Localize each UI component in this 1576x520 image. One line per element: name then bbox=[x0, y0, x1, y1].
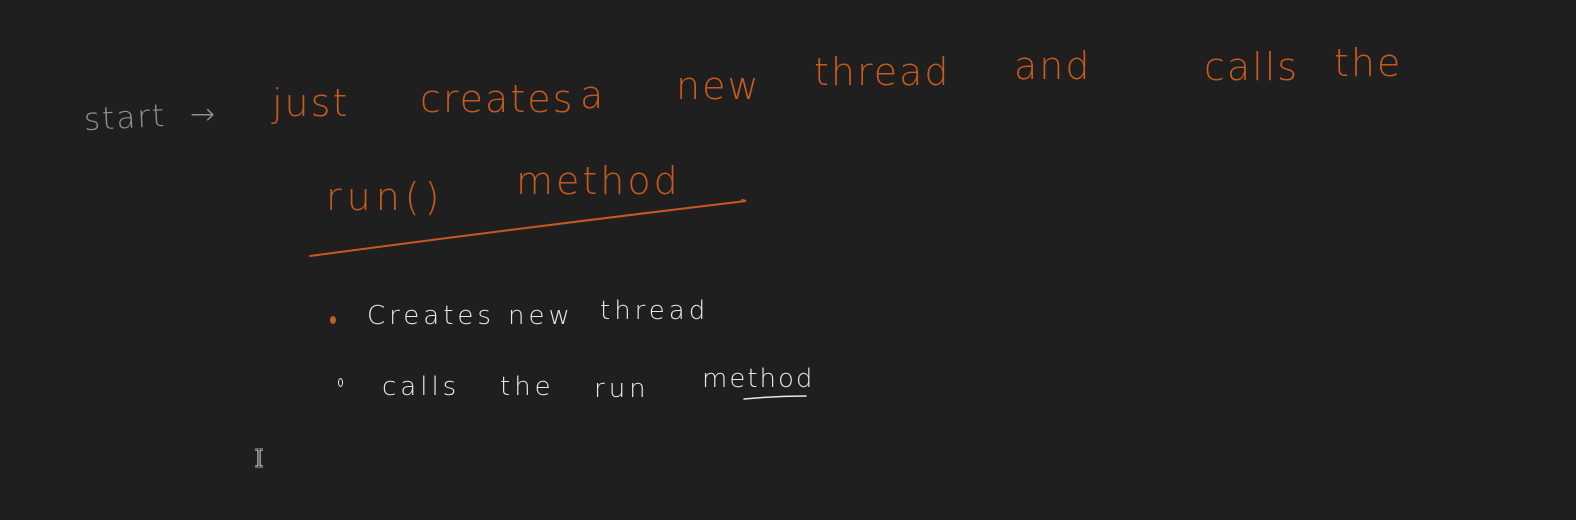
bullet-word: the bbox=[500, 372, 555, 402]
bullet-dot bbox=[330, 316, 336, 324]
ink-strokes bbox=[309, 199, 807, 400]
bullet-word: Creates bbox=[367, 301, 495, 331]
bullet-word: run bbox=[594, 374, 650, 404]
whiteboard-canvas[interactable]: start → just creates a new thread and ca… bbox=[0, 0, 1576, 520]
underline-stroke bbox=[309, 199, 747, 257]
bullet-word: new bbox=[508, 301, 574, 331]
bullet-word: method bbox=[702, 364, 815, 394]
bullet-word: thread bbox=[600, 296, 710, 326]
bullet-word: calls bbox=[382, 372, 461, 402]
text-cursor-icon bbox=[255, 448, 263, 468]
bullet-dot bbox=[338, 378, 343, 387]
underline-stroke bbox=[743, 395, 807, 400]
